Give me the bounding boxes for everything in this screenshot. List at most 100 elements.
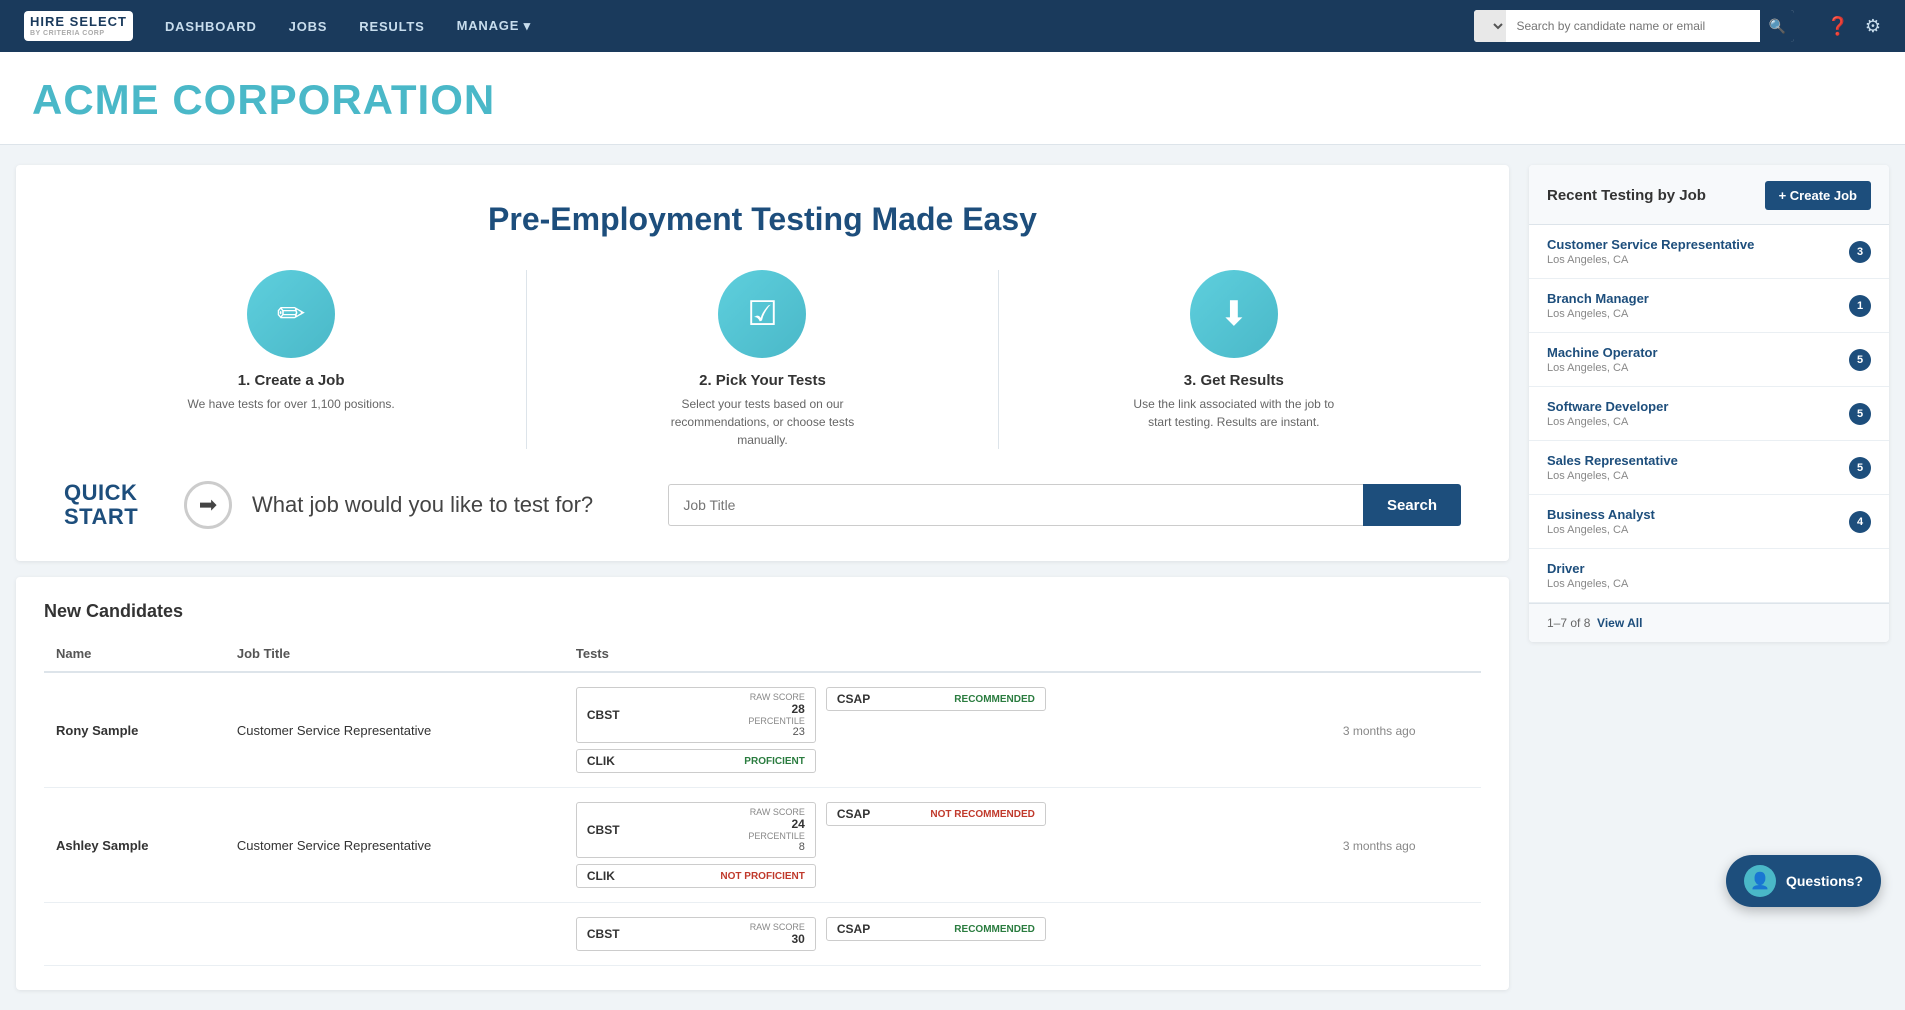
table-row: CBST RAW SCORE 30 CSAP: [44, 903, 1481, 966]
view-all-link[interactable]: View All: [1597, 616, 1642, 630]
hero-step-1: ✏ 1. Create a Job We have tests for over…: [56, 270, 527, 449]
test-score: RAW SCORE 30: [750, 922, 805, 946]
hero-title: Pre-Employment Testing Made Easy: [56, 201, 1469, 238]
col-jobtitle: Job Title: [225, 638, 564, 672]
list-item[interactable]: Business Analyst Los Angeles, CA 4: [1529, 495, 1889, 549]
recent-jobs-footer: 1–7 of 8 View All: [1529, 603, 1889, 642]
job-location: Los Angeles, CA: [1547, 470, 1678, 482]
candidate-name: Ashley Sample: [56, 838, 149, 853]
nav-results[interactable]: RESULTS: [359, 14, 424, 38]
chat-label: Questions?: [1786, 873, 1863, 889]
job-location: Los Angeles, CA: [1547, 254, 1754, 266]
job-location: Los Angeles, CA: [1547, 578, 1628, 590]
table-row: Ashley Sample Customer Service Represent…: [44, 788, 1481, 903]
help-icon: ❓: [1826, 16, 1848, 37]
nav-dashboard[interactable]: DASHBOARD: [165, 14, 257, 38]
cbst-badge[interactable]: CBST RAW SCORE 24 PERCENTILE 8: [576, 802, 816, 858]
nav-search-button[interactable]: 🔍: [1760, 10, 1794, 42]
test-name: CBST: [587, 927, 620, 941]
nav-manage[interactable]: MANAGE ▾: [457, 14, 531, 38]
col-time: [1331, 638, 1481, 672]
raw-score: 30: [750, 932, 805, 946]
job-info: Branch Manager Los Angeles, CA: [1547, 291, 1649, 320]
left-panel: Pre-Employment Testing Made Easy ✏ 1. Cr…: [16, 165, 1509, 990]
test-status: PROFICIENT: [744, 756, 805, 767]
quick-start-label: QUICKSTART: [64, 481, 164, 529]
candidate-name: Rony Sample: [56, 723, 138, 738]
time-ago: 3 months ago: [1343, 724, 1416, 738]
job-title-input[interactable]: [668, 484, 1363, 526]
csap-status: RECOMMENDED: [954, 924, 1035, 935]
nav-search-bar: 🔍: [1474, 10, 1794, 42]
recent-jobs-title: Recent Testing by Job: [1547, 187, 1706, 204]
nav-search-dropdown[interactable]: [1474, 10, 1506, 42]
percentile: 23: [748, 726, 805, 738]
help-button[interactable]: ❓: [1826, 16, 1848, 37]
quick-start-bar: QUICKSTART ➡ What job would you like to …: [56, 481, 1469, 529]
job-count: 5: [1849, 403, 1871, 425]
csap-badge[interactable]: CSAP NOT RECOMMENDED: [826, 802, 1046, 826]
job-info: Driver Los Angeles, CA: [1547, 561, 1628, 590]
test-name: CLIK: [587, 754, 615, 768]
tests-left-col: CBST RAW SCORE 28 PERCENTILE 23: [576, 687, 816, 773]
csap-name: CSAP: [837, 922, 870, 936]
csap-name: CSAP: [837, 692, 870, 706]
job-name: Customer Service Representative: [1547, 237, 1754, 252]
chat-avatar: 👤: [1744, 865, 1776, 897]
job-name: Business Analyst: [1547, 507, 1655, 522]
percentile: 8: [748, 841, 805, 853]
csap-name: CSAP: [837, 807, 870, 821]
settings-button[interactable]: ⚙: [1865, 16, 1881, 37]
nav-search-input[interactable]: [1506, 10, 1760, 42]
step-1-desc: We have tests for over 1,100 positions.: [188, 395, 395, 413]
list-item[interactable]: Branch Manager Los Angeles, CA 1: [1529, 279, 1889, 333]
candidates-card: New Candidates Name Job Title Tests Rony…: [16, 577, 1509, 990]
job-title: Customer Service Representative: [237, 723, 431, 738]
job-name: Software Developer: [1547, 399, 1668, 414]
list-item[interactable]: Customer Service Representative Los Ange…: [1529, 225, 1889, 279]
clik-badge[interactable]: CLIK NOT PROFICIENT: [576, 864, 816, 888]
clik-badge[interactable]: CLIK PROFICIENT: [576, 749, 816, 773]
test-name: CBST: [587, 823, 620, 837]
csap-status: RECOMMENDED: [954, 694, 1035, 705]
quick-start-question: What job would you like to test for?: [252, 492, 648, 518]
main-layout: Pre-Employment Testing Made Easy ✏ 1. Cr…: [0, 145, 1905, 1010]
chat-bubble[interactable]: 👤 Questions?: [1726, 855, 1881, 907]
create-job-button[interactable]: + Create Job: [1765, 181, 1871, 210]
list-item[interactable]: Driver Los Angeles, CA: [1529, 549, 1889, 603]
raw-score: 24: [748, 817, 805, 831]
list-item[interactable]: Machine Operator Los Angeles, CA 5: [1529, 333, 1889, 387]
tests-pair: CBST RAW SCORE 24 PERCENTILE 8: [576, 802, 1319, 888]
job-location: Los Angeles, CA: [1547, 362, 1658, 374]
cbst-badge[interactable]: CBST RAW SCORE 30: [576, 917, 816, 951]
step-2-title: 2. Pick Your Tests: [699, 372, 826, 389]
job-name: Machine Operator: [1547, 345, 1658, 360]
tests-right-col: CSAP RECOMMENDED: [826, 687, 1046, 711]
csap-badge[interactable]: CSAP RECOMMENDED: [826, 917, 1046, 941]
settings-icon: ⚙: [1865, 16, 1881, 37]
nav-icons: ❓ ⚙: [1826, 16, 1881, 37]
pick-tests-icon: ☑: [718, 270, 806, 358]
get-results-icon: ⬇: [1190, 270, 1278, 358]
job-name: Driver: [1547, 561, 1628, 576]
tests-pair: CBST RAW SCORE 30 CSAP: [576, 917, 1319, 951]
csap-badge[interactable]: CSAP RECOMMENDED: [826, 687, 1046, 711]
company-title: ACME CORPORATION: [32, 76, 1873, 124]
job-name: Sales Representative: [1547, 453, 1678, 468]
table-row: Rony Sample Customer Service Representat…: [44, 672, 1481, 788]
raw-score: 28: [748, 702, 805, 716]
job-name: Branch Manager: [1547, 291, 1649, 306]
hero-step-2: ☑ 2. Pick Your Tests Select your tests b…: [527, 270, 998, 449]
tests-left-col: CBST RAW SCORE 30: [576, 917, 816, 951]
nav-jobs[interactable]: JOBS: [289, 14, 328, 38]
job-count: 5: [1849, 457, 1871, 479]
cbst-badge[interactable]: CBST RAW SCORE 28 PERCENTILE 23: [576, 687, 816, 743]
list-item[interactable]: Software Developer Los Angeles, CA 5: [1529, 387, 1889, 441]
list-item[interactable]: Sales Representative Los Angeles, CA 5: [1529, 441, 1889, 495]
tests-left-col: CBST RAW SCORE 24 PERCENTILE 8: [576, 802, 816, 888]
search-button[interactable]: Search: [1363, 484, 1461, 526]
job-count: 5: [1849, 349, 1871, 371]
nav-links: DASHBOARD JOBS RESULTS MANAGE ▾: [165, 14, 1442, 38]
navbar: HIRE SELECT BY CRITERIA CORP DASHBOARD J…: [0, 0, 1905, 52]
logo-box: HIRE SELECT BY CRITERIA CORP: [24, 11, 133, 42]
